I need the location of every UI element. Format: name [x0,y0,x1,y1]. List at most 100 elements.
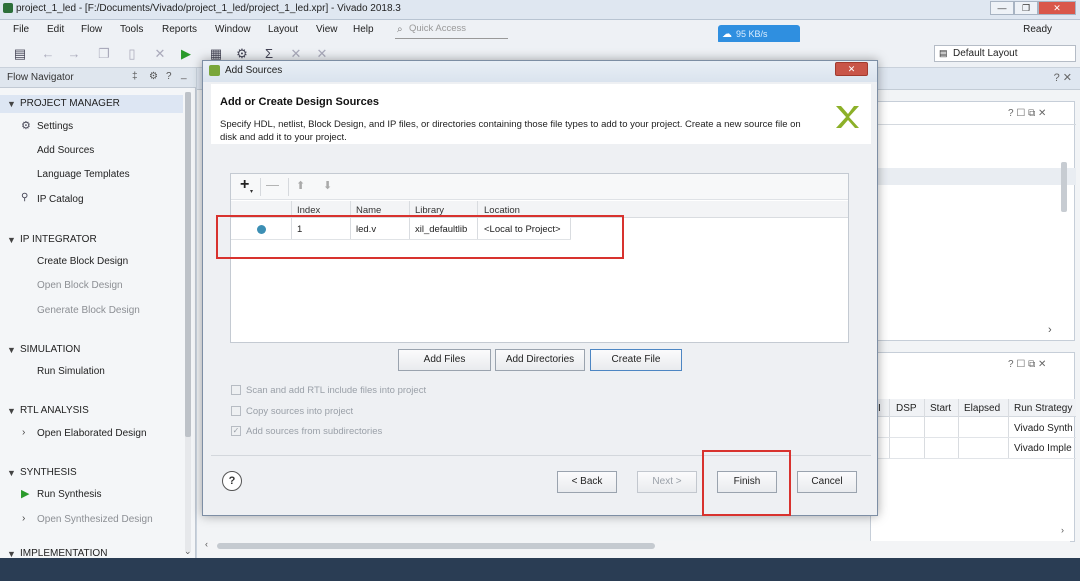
redo-icon[interactable]: → [66,47,82,61]
menu-tools[interactable]: Tools [120,24,143,35]
section-implementation[interactable]: IMPLEMENTATION [20,548,107,557]
dialog-heading: Add or Create Design Sources [220,96,379,108]
nav-settings[interactable]: Settings [37,121,73,132]
help-icon[interactable]: ? [166,71,172,82]
run-strategy-impl: Vivado Imple [1014,443,1072,454]
sigma-icon[interactable]: Σ [261,47,277,61]
menu-view[interactable]: View [316,24,338,35]
cancel-button[interactable]: Cancel [797,471,857,493]
menu-file[interactable]: File [13,24,29,35]
chevron-down-icon[interactable]: ▼ [7,468,16,478]
run-icon[interactable]: ▶ [178,47,194,61]
vivado-dialog-icon [209,65,220,76]
scroll-left-icon[interactable]: ‹ [205,539,208,549]
crossprobe-icon[interactable]: ✕ [288,47,304,61]
highlight-annotation-file-row [216,215,624,259]
menu-window[interactable]: Window [215,24,251,35]
chevron-down-icon[interactable]: ▼ [7,406,16,416]
scroll-right-icon[interactable]: › [1061,525,1064,535]
minimize-button[interactable]: — [990,1,1014,15]
chevron-down-icon[interactable]: ▼ [7,345,16,355]
add-icon[interactable]: + [240,176,249,194]
runs-row-sep [871,458,1076,459]
scroll-down-icon[interactable]: ⌄ [184,546,192,557]
layout-icon: ▤ [939,48,948,58]
add-dropdown-icon[interactable]: ▾ [250,188,253,195]
menu-layout[interactable]: Layout [268,24,298,35]
move-down-icon[interactable]: ⬇ [323,179,332,192]
menu-edit[interactable]: Edit [47,24,64,35]
scan-rtl-checkbox[interactable] [231,385,241,395]
undo-icon[interactable]: ← [40,47,56,61]
add-subdirectories-checkbox[interactable]: ✓ [231,426,241,436]
copy-sources-checkbox[interactable] [231,406,241,416]
menu-flow[interactable]: Flow [81,24,102,35]
nav-run-simulation[interactable]: Run Simulation [37,366,105,377]
dialog-description: Specify HDL, netlist, Block Design, and … [220,119,801,143]
dialog-close-button[interactable]: ✕ [835,62,868,76]
copy-icon[interactable]: ❐ [96,47,112,61]
chevron-down-icon[interactable]: ▼ [7,235,16,245]
chevron-right-icon[interactable]: › [1048,324,1052,336]
paste-icon[interactable]: ▯ [124,47,140,61]
delete-icon[interactable]: ✕ [152,47,168,61]
menu-help[interactable]: Help [353,24,374,35]
restore-button[interactable]: ❐ [1014,1,1038,15]
settings-icon[interactable]: ⚙ [149,71,158,82]
runs-col-sep [1008,399,1009,459]
nav-generate-block-design[interactable]: Generate Block Design [37,305,140,316]
create-file-button[interactable]: Create File [590,349,682,371]
runs-col-sep [958,399,959,459]
scroll-thumb[interactable] [185,92,191,437]
program-device-icon[interactable]: ▦ [208,47,224,61]
nav-open-elaborated-design[interactable]: Open Elaborated Design [37,428,147,439]
xilinx-logo-icon [836,106,859,128]
open-project-icon[interactable]: ▤ [12,47,28,61]
horizontal-scroll-thumb[interactable] [217,543,655,549]
col-start: Start [930,403,952,414]
nav-language-templates[interactable]: Language Templates [37,169,130,180]
nav-create-block-design[interactable]: Create Block Design [37,256,128,267]
gear-icon: ⚙ [21,120,31,132]
runs-row-sep [871,437,1076,438]
section-synthesis[interactable]: SYNTHESIS [20,467,77,478]
section-simulation[interactable]: SIMULATION [20,344,80,355]
chevron-right-icon[interactable]: › [22,513,25,524]
nav-run-synthesis[interactable]: Run Synthesis [37,489,101,500]
pane-controls-icon[interactable]: ? ☐ ⧉ ✕ [1008,108,1046,119]
col-run-strategy: Run Strategy [1014,403,1073,414]
chevron-down-icon[interactable]: ▼ [7,99,16,109]
runs-col-sep [924,399,925,459]
minimize-pane-icon[interactable]: _ [181,69,187,80]
add-directories-button[interactable]: Add Directories [495,349,585,371]
pane-controls-icon[interactable]: ? ☐ ⧉ ✕ [1008,359,1046,370]
flow-navigator-header: Flow Navigator ‡ ⚙ ? _ [0,68,196,88]
help-button[interactable]: ? [222,471,242,491]
add-files-button[interactable]: Add Files [398,349,491,371]
settings-gear-icon[interactable]: ⚙ [234,47,250,61]
move-up-icon[interactable]: ⬆ [296,179,305,192]
dialog-title-bar: Add Sources [203,61,877,82]
next-button[interactable]: Next > [637,471,697,493]
remove-icon[interactable]: — [266,177,279,192]
section-rtl-analysis[interactable]: RTL ANALYSIS [20,405,89,416]
autoconnect-icon[interactable]: ✕ [314,47,330,61]
nav-ip-catalog[interactable]: IP Catalog [37,194,84,205]
chevron-right-icon[interactable]: › [22,427,25,438]
pane-selected-row [871,168,1076,185]
nav-add-sources[interactable]: Add Sources [37,145,94,156]
section-project-manager[interactable]: PROJECT MANAGER [20,98,120,109]
collapse-icon[interactable]: ‡ [132,71,138,82]
close-window-button[interactable]: ✕ [1038,1,1076,15]
help-icon[interactable]: ? ✕ [1054,71,1072,84]
pane-scrollbar[interactable] [1061,162,1067,212]
ip-catalog-icon: ⚲ [21,192,29,203]
back-button[interactable]: < Back [557,471,617,493]
nav-open-block-design[interactable]: Open Block Design [37,280,123,291]
flow-navigator-scrollbar[interactable] [185,92,191,552]
menu-reports[interactable]: Reports [162,24,197,35]
layout-select[interactable]: ▤ Default Layout [934,45,1076,62]
quick-access-input[interactable]: Quick Access [395,22,508,39]
section-ip-integrator[interactable]: IP INTEGRATOR [20,234,97,245]
nav-open-synthesized-design[interactable]: Open Synthesized Design [37,514,153,525]
